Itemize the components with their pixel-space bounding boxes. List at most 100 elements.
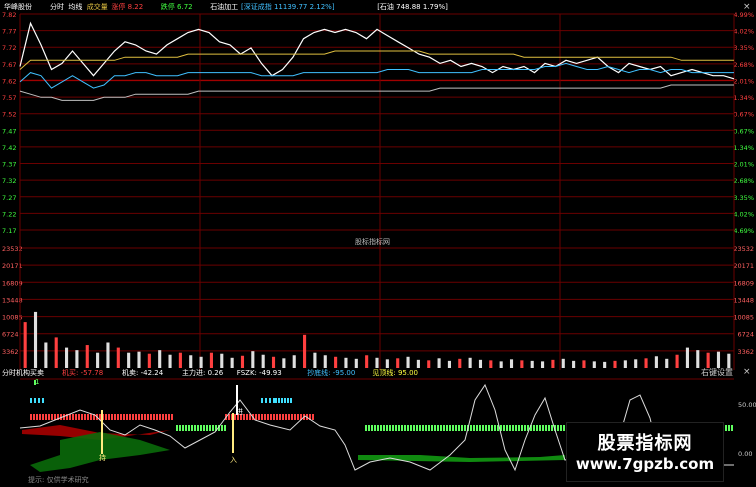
- indicator-bar-green: [470, 425, 472, 431]
- volume-bar: [116, 347, 120, 368]
- volume-bar: [33, 311, 38, 368]
- volume-bar: [282, 358, 286, 368]
- volume-bar: [54, 337, 58, 368]
- volume-bar: [261, 354, 265, 368]
- indicator-tick-cyan: [284, 398, 286, 403]
- indicator-bar-red: [30, 414, 32, 420]
- indicator-bar-green: [560, 425, 562, 431]
- indicator-bar-red: [294, 414, 296, 420]
- indicator-bar-green: [503, 425, 505, 431]
- volume-bar: [603, 361, 607, 368]
- indicator-bar-red: [255, 414, 257, 420]
- indicator-bar-red: [138, 414, 140, 420]
- price-tick-label: 7.62: [2, 77, 16, 85]
- volume-bar: [665, 358, 669, 368]
- volume-bar: [23, 322, 27, 368]
- indicator-bar-green: [398, 425, 400, 431]
- volume-bar: [396, 358, 400, 368]
- pct-tick-label: 0.67%: [733, 111, 754, 119]
- indicator-bar-green: [521, 425, 523, 431]
- marker-label-1: 1: [35, 378, 39, 386]
- volume-bar: [334, 356, 338, 368]
- indicator-bar-green: [383, 425, 385, 431]
- indicator-bar-green: [464, 425, 466, 431]
- indicator-bar-green: [182, 425, 184, 431]
- indicator-tick-cyan: [38, 398, 40, 403]
- volume-bar: [230, 357, 234, 368]
- indicator-bar-green: [506, 425, 508, 431]
- volume-bar: [675, 354, 679, 368]
- watermark-logo: 股票指标网 www.7gpzb.com: [566, 422, 724, 482]
- indicator-item-5: 见顶线: 95.00: [372, 368, 418, 377]
- close-icon[interactable]: ×: [743, 2, 751, 12]
- header-item-7: [石油 748.88 1.79%]: [377, 2, 448, 11]
- indicator-tick-cyan: [34, 398, 36, 403]
- price-tick-label: 7.17: [2, 227, 16, 235]
- price-tick-label: 7.72: [2, 44, 16, 52]
- indicator-bar-green: [410, 425, 412, 431]
- right-click-settings-button[interactable]: 右键设置: [701, 367, 733, 378]
- indicator-bar-red: [120, 414, 122, 420]
- bottom-note: 提示: 仅供学术研究: [28, 476, 89, 484]
- indicator-name: 分时机构买卖: [2, 368, 44, 377]
- indicator-item-1: 机卖: -42.24: [122, 368, 164, 377]
- volume-bar: [427, 360, 431, 368]
- header-item-0: 分时: [50, 2, 64, 11]
- indicator-bar-green: [488, 425, 490, 431]
- indicator-bar-green: [209, 425, 211, 431]
- volume-bar: [313, 352, 317, 368]
- indicator-bar-green: [485, 425, 487, 431]
- header-item-2: 成交量: [87, 2, 108, 11]
- volume-bar: [716, 351, 721, 368]
- volume-bar: [220, 353, 224, 368]
- indicator-bar-red: [132, 414, 134, 420]
- volume-bar: [385, 359, 389, 368]
- marker-label-3: 进: [236, 408, 243, 416]
- indicator-bar-green: [185, 425, 187, 431]
- indicator-bar-green: [452, 425, 454, 431]
- indicator-bar-red: [87, 414, 89, 420]
- indicator-bar-red: [111, 414, 113, 420]
- indicator-bar-red: [264, 414, 266, 420]
- price-tick-label: 7.42: [2, 144, 16, 152]
- volume-bar: [292, 355, 296, 368]
- volume-bar: [613, 360, 617, 368]
- indicator-bar-red: [123, 414, 125, 420]
- indicator-bar-red: [75, 414, 77, 420]
- volume-bar: [499, 361, 503, 368]
- indicator-bar-red: [291, 414, 293, 420]
- indicator-bar-green: [386, 425, 388, 431]
- indicator-bar-red: [36, 414, 38, 420]
- indicator-bar-green: [512, 425, 514, 431]
- indicator-bar-red: [168, 414, 170, 420]
- indicator-bar-red: [267, 414, 269, 420]
- volume-bar: [685, 347, 689, 368]
- indicator-bar-green: [377, 425, 379, 431]
- indicator-bar-green: [434, 425, 436, 431]
- indicator-close-icon[interactable]: ×: [743, 367, 751, 377]
- indicator-tick-cyan: [42, 398, 44, 403]
- volume-bar: [209, 352, 213, 368]
- indicator-bar-green: [533, 425, 535, 431]
- indicator-bar-red: [54, 414, 56, 420]
- pct-tick-label: 4.02%: [733, 210, 754, 218]
- indicator-bar-green: [443, 425, 445, 431]
- volume-bar: [199, 356, 203, 368]
- volume-bar: [654, 356, 658, 368]
- indicator-tick-cyan: [290, 398, 292, 403]
- indicator-item-2: 主力进: 0.26: [182, 368, 224, 377]
- indicator-bar-red: [126, 414, 128, 420]
- volume-bar: [447, 360, 451, 368]
- indicator-tick-cyan: [281, 398, 283, 403]
- series-line-2: [19, 62, 734, 89]
- indicator-bar-red: [285, 414, 287, 420]
- volume-bar: [189, 355, 193, 368]
- volume-bar: [354, 358, 358, 368]
- indicator-bar-green: [509, 425, 511, 431]
- marker-label-2: 持: [99, 453, 106, 462]
- indicator-bar-green: [536, 425, 538, 431]
- indicator-bar-red: [159, 414, 161, 420]
- indicator-bar-green: [545, 425, 547, 431]
- indicator-bar-green: [212, 425, 214, 431]
- pct-tick-label: 4.69%: [733, 227, 754, 235]
